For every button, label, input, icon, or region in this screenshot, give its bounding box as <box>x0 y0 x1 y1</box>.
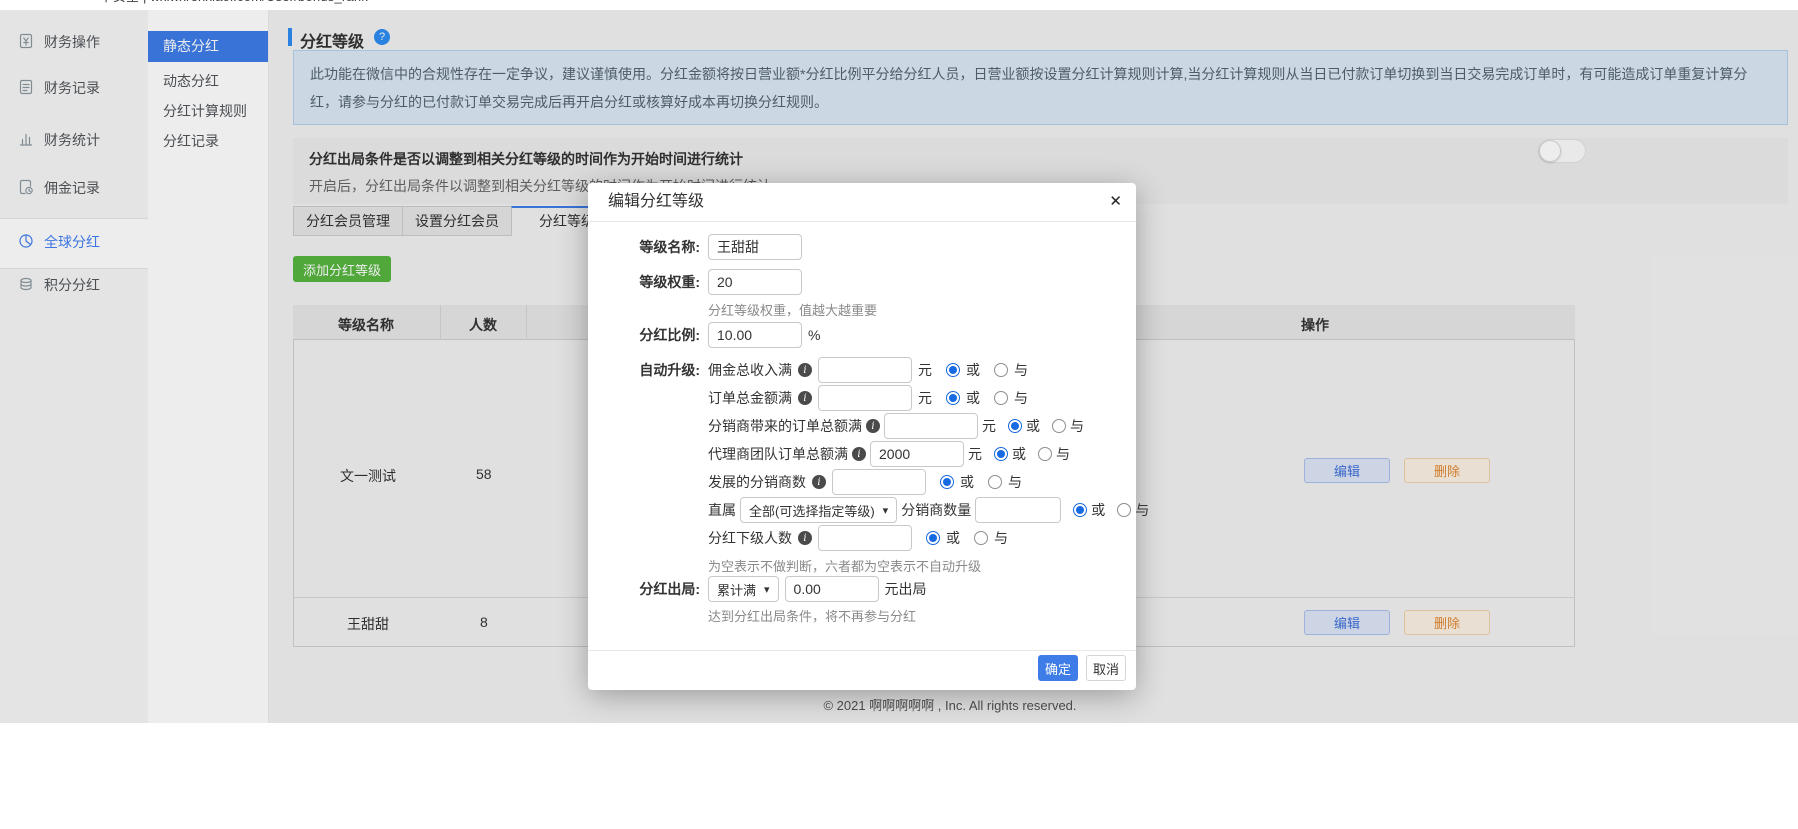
direct-level-select[interactable]: 全部(可选择指定等级) <box>740 497 897 523</box>
bonus-out-hint: 达到分红出局条件，将不再参与分红 <box>708 606 916 625</box>
distributor-order-total-input[interactable] <box>884 413 978 439</box>
radio-or-checked[interactable] <box>1073 503 1087 517</box>
radio-and-label: 与 <box>1070 416 1084 436</box>
level-weight-hint: 分红等级权重，值越大越重要 <box>708 300 877 319</box>
radio-and-label: 与 <box>994 528 1008 548</box>
radio-and[interactable] <box>994 363 1008 377</box>
modal-footer-divider <box>588 650 1136 651</box>
distributor-count-input[interactable] <box>975 497 1061 523</box>
info-icon[interactable] <box>852 447 866 461</box>
address-bar[interactable]: 不安全 | wxiwxrenxiaol.com/User/bonus_rank <box>100 0 368 5</box>
ratio-unit: % <box>808 327 820 343</box>
radio-or-label: 或 <box>960 472 974 492</box>
info-icon[interactable] <box>812 475 826 489</box>
radio-or-checked[interactable] <box>994 447 1008 461</box>
refresh-icon[interactable]: ⟳ <box>65 0 79 5</box>
auto-upgrade-label: 自动升级: <box>588 357 700 383</box>
upgrade-row-bonus-subordinates: 分红下级人数 或 与 <box>708 525 1008 551</box>
radio-or-label: 或 <box>966 360 980 380</box>
app-window: 财务操作 财务记录 财务统计 佣金记录 全球分红 积分分红 静态分红 动态分红 … <box>0 10 1798 723</box>
radio-or-label: 或 <box>1091 500 1105 520</box>
bonus-out-label: 分红出局: <box>588 576 700 602</box>
upgrade-row-distributor-orders: 分销商带来的订单总额满 元 或 与 <box>708 413 1084 439</box>
upgrade-row-commission: 佣金总收入满 元 或 与 <box>708 357 1028 383</box>
upgrade-row-developed-distributors: 发展的分销商数 或 与 <box>708 469 1022 495</box>
radio-and[interactable] <box>974 531 988 545</box>
info-icon[interactable] <box>798 391 812 405</box>
row-label: 直属 <box>708 500 736 520</box>
row-label: 分销商带来的订单总额满 <box>708 416 862 436</box>
forward-icon[interactable]: › <box>40 0 46 5</box>
row-label: 发展的分销商数 <box>708 472 806 492</box>
select-value: 全部(可选择指定等级) <box>749 501 875 520</box>
close-icon[interactable]: ✕ <box>1109 183 1122 221</box>
level-name-input[interactable] <box>708 234 802 260</box>
radio-or-label: 或 <box>1026 416 1040 436</box>
radio-or-label: 或 <box>1012 444 1026 464</box>
bonus-out-unit: 元出局 <box>885 579 927 599</box>
radio-or-checked[interactable] <box>940 475 954 489</box>
radio-or-checked[interactable] <box>946 363 960 377</box>
radio-and[interactable] <box>1038 447 1052 461</box>
commission-total-input[interactable] <box>818 357 912 383</box>
distributor-count-label: 分销商数量 <box>901 500 971 520</box>
chevron-down-icon <box>764 583 770 596</box>
level-name-label: 等级名称: <box>588 234 700 260</box>
cancel-button[interactable]: 取消 <box>1086 655 1126 681</box>
radio-or-label: 或 <box>966 388 980 408</box>
unit-yuan: 元 <box>968 444 982 464</box>
row-label: 佣金总收入满 <box>708 360 792 380</box>
unit-yuan: 元 <box>982 416 996 436</box>
bonus-out-amount-input[interactable] <box>785 576 879 602</box>
edit-bonus-level-modal: 编辑分红等级 ✕ 等级名称: 等级权重: 分红等级权重，值越大越重要 分红比例:… <box>588 183 1136 690</box>
back-icon[interactable]: ‹ <box>14 0 20 5</box>
ok-button[interactable]: 确定 <box>1038 655 1078 681</box>
radio-and-label: 与 <box>1135 500 1149 520</box>
bonus-subordinates-input[interactable] <box>818 525 912 551</box>
radio-and[interactable] <box>1052 419 1066 433</box>
radio-and[interactable] <box>1117 503 1131 517</box>
radio-and[interactable] <box>988 475 1002 489</box>
ratio-input[interactable] <box>708 322 802 348</box>
chevron-down-icon <box>883 504 889 517</box>
bonus-out-mode-select[interactable]: 累计满 <box>708 576 779 602</box>
agent-team-order-total-input[interactable] <box>870 441 964 467</box>
upgrade-row-direct-distributors: 直属 全部(可选择指定等级) 分销商数量 或 与 <box>708 497 1149 523</box>
info-icon[interactable] <box>798 363 812 377</box>
radio-or-checked[interactable] <box>946 391 960 405</box>
radio-or-label: 或 <box>946 528 960 548</box>
level-weight-label: 等级权重: <box>588 269 700 295</box>
radio-or-checked[interactable] <box>1008 419 1022 433</box>
developed-distributors-input[interactable] <box>832 469 926 495</box>
radio-and-label: 与 <box>1014 360 1028 380</box>
radio-and[interactable] <box>994 391 1008 405</box>
radio-and-label: 与 <box>1056 444 1070 464</box>
bonus-out-row: 累计满 元出局 <box>708 576 927 602</box>
row-label: 订单总金额满 <box>708 388 792 408</box>
radio-and-label: 与 <box>1008 472 1022 492</box>
ratio-label: 分红比例: <box>588 322 700 348</box>
upgrade-row-order-amount: 订单总金额满 元 或 与 <box>708 385 1028 411</box>
upgrade-hint: 为空表示不做判断，六者都为空表示不自动升级 <box>708 556 981 575</box>
radio-or-checked[interactable] <box>926 531 940 545</box>
select-value: 累计满 <box>717 580 756 599</box>
unit-yuan: 元 <box>918 360 932 380</box>
radio-and-label: 与 <box>1014 388 1028 408</box>
modal-title: 编辑分红等级 <box>588 183 1136 222</box>
row-label: 分红下级人数 <box>708 528 792 548</box>
upgrade-row-agent-team-orders: 代理商团队订单总额满 元 或 与 <box>708 441 1070 467</box>
level-weight-input[interactable] <box>708 269 802 295</box>
unit-yuan: 元 <box>918 388 932 408</box>
order-total-input[interactable] <box>818 385 912 411</box>
info-icon[interactable] <box>866 419 880 433</box>
row-label: 代理商团队订单总额满 <box>708 444 848 464</box>
info-icon[interactable] <box>798 531 812 545</box>
